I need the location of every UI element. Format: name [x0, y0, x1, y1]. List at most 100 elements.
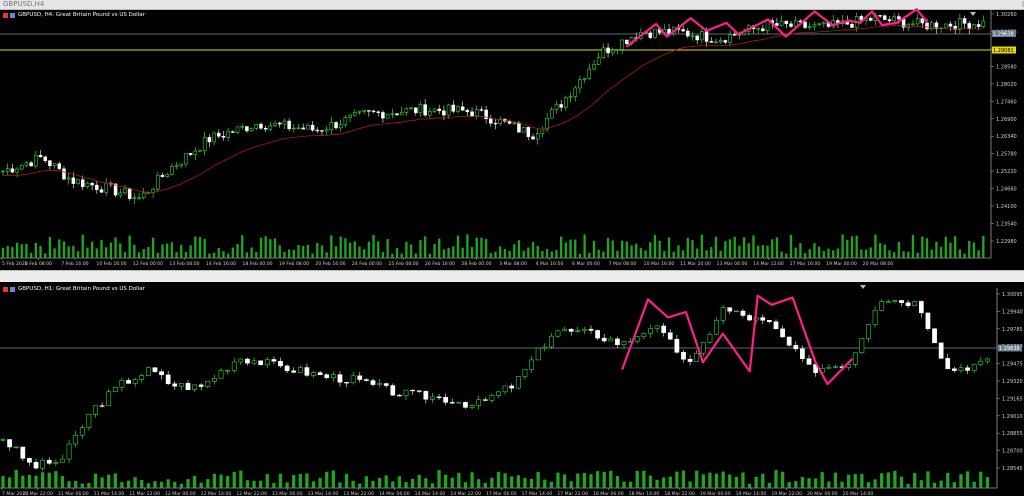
- bear-candle: [38, 155, 43, 158]
- time-tick-label: 3 Mar 08:00: [499, 261, 527, 267]
- bear-candle: [188, 153, 193, 155]
- time-tick-label: 10 Feb 16:00: [96, 261, 126, 267]
- bull-candle: [254, 123, 259, 129]
- bull-candle: [170, 166, 174, 175]
- bull-candle: [700, 31, 704, 41]
- bear-candle: [231, 131, 235, 133]
- bull-candle: [720, 307, 726, 321]
- bull-candle: [432, 108, 437, 112]
- time-tick-label: 14 Mar 06:00: [379, 491, 410, 496]
- price-tick-label: 1.26340: [996, 134, 1017, 140]
- bear-candle: [531, 136, 535, 140]
- bear-candle: [172, 383, 178, 387]
- bull-candle: [906, 24, 911, 28]
- bull-candle: [911, 23, 915, 25]
- bull-candle: [592, 64, 596, 70]
- price-tick-label: 1.23540: [996, 222, 1017, 228]
- bear-candle: [381, 112, 385, 119]
- bear-candle: [517, 122, 521, 133]
- bull-candle: [978, 360, 984, 365]
- bull-candle: [198, 150, 202, 152]
- bear-candle: [601, 337, 607, 342]
- bull-candle: [184, 153, 188, 165]
- bear-candle: [310, 124, 315, 131]
- bull-candle: [202, 137, 207, 151]
- bear-candle: [905, 302, 911, 306]
- price-tick-label: 1.29165: [1002, 396, 1023, 402]
- price-tick-label: 1.29785: [1002, 327, 1023, 333]
- bull-candle: [718, 40, 723, 43]
- bull-candle: [409, 107, 413, 110]
- bull-candle: [330, 374, 336, 378]
- bear-candle: [414, 107, 418, 114]
- bull-candle: [779, 20, 784, 26]
- bull-candle: [542, 346, 548, 349]
- h1-price-chart[interactable]: 1.300951.299401.297851.296301.294751.293…: [0, 282, 1024, 496]
- bull-candle: [958, 18, 962, 30]
- bear-candle: [284, 365, 290, 372]
- bull-candle: [568, 96, 573, 98]
- bear-candle: [324, 374, 330, 378]
- bear-candle: [595, 330, 600, 339]
- h4-chart-window[interactable]: GBPUSD,H4 – ▢ ✕ GBPUSD, H4: Great Britai…: [0, 0, 1024, 270]
- time-tick-label: 18 Mar 22:00: [664, 491, 695, 496]
- bull-candle: [225, 370, 230, 372]
- bear-candle: [709, 41, 714, 43]
- time-tick-label: 13 Mar 22:00: [343, 491, 374, 496]
- price-tick-label: 1.28700: [1002, 449, 1023, 455]
- bear-candle: [661, 325, 667, 333]
- bear-candle: [337, 374, 343, 383]
- bull-candle: [139, 375, 145, 380]
- bear-candle: [681, 352, 686, 360]
- bull-candle: [52, 163, 57, 167]
- bull-candle: [596, 57, 601, 65]
- bull-candle: [554, 104, 559, 110]
- time-tick-label: 18 Feb 00:00: [242, 261, 272, 267]
- bull-candle: [641, 333, 647, 337]
- bull-candle: [601, 47, 606, 58]
- bull-candle: [377, 383, 382, 385]
- bear-candle: [416, 390, 422, 392]
- time-tick-label: 18 Mar 06:00: [593, 491, 624, 496]
- bull-candle: [756, 28, 760, 30]
- bull-candle: [324, 129, 329, 132]
- bull-candle: [714, 41, 718, 43]
- bear-candle: [437, 108, 441, 112]
- price-tick-label: 1.29475: [1002, 362, 1023, 368]
- h1-chart-window[interactable]: GBPUSD, H1: Great Britain Pound vs US Do…: [0, 282, 1024, 496]
- bull-candle: [132, 379, 138, 384]
- chart-shift-marker-icon: [970, 12, 976, 16]
- price-tick-label: 1.24660: [996, 187, 1017, 193]
- bear-candle: [925, 312, 931, 330]
- bear-candle: [57, 163, 62, 170]
- bull-candle: [972, 24, 976, 29]
- bear-candle: [48, 160, 52, 167]
- bull-candle: [179, 163, 183, 166]
- price-tick-label: 1.22980: [996, 239, 1017, 245]
- time-tick-label: 13 Feb 08:00: [169, 261, 199, 267]
- time-tick-label: 5 Feb 2025: [2, 261, 28, 267]
- bull-candle: [892, 300, 898, 302]
- time-tick-label: 6 Mar 00:00: [572, 261, 600, 267]
- bear-candle: [245, 358, 250, 364]
- bear-candle: [951, 368, 957, 371]
- bull-candle: [582, 78, 587, 80]
- time-tick-label: 11 Mar 22:00: [129, 491, 160, 496]
- h4-price-chart[interactable]: 1.30260 1.29638 1.29081 1.28580 1.28020 1.274…: [0, 0, 1024, 270]
- bear-candle: [976, 24, 981, 27]
- bull-candle: [137, 197, 141, 199]
- bear-candle: [451, 104, 456, 112]
- bull-candle: [915, 18, 920, 25]
- time-tick-label: 20 Mar 14:00: [843, 491, 874, 496]
- bull-candle: [362, 110, 366, 112]
- bull-candle: [826, 367, 832, 369]
- bull-candle: [268, 125, 273, 130]
- bear-candle: [789, 23, 793, 27]
- time-tick-label: 20 Mar 06:00: [807, 491, 838, 496]
- bull-candle: [545, 117, 549, 130]
- bear-candle: [803, 21, 807, 28]
- time-tick-label: 19 Mar 06:00: [700, 491, 731, 496]
- time-tick-label: 12 Mar 22:00: [236, 491, 267, 496]
- bull-candle: [648, 328, 653, 334]
- bear-candle: [287, 120, 291, 130]
